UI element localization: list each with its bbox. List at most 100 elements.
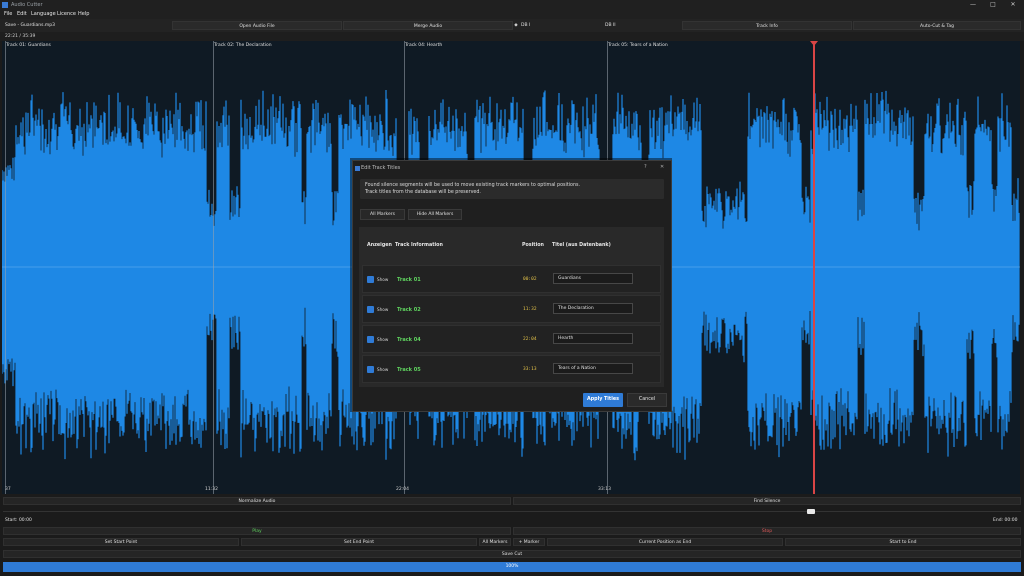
track-title-input[interactable]: Tears of a Nation <box>553 363 633 374</box>
db2-option[interactable]: DB II <box>605 21 625 30</box>
show-label: Show <box>377 367 389 372</box>
hide-all-markers-button[interactable]: Hide All Markers <box>408 209 462 220</box>
info-line-1: Found silence segments will be used to m… <box>365 183 581 188</box>
merge-audio-button[interactable]: Merge Audio <box>343 21 513 30</box>
track-name: Track 04 <box>397 337 421 343</box>
track-marker-line[interactable] <box>5 41 6 494</box>
start-to-end-button[interactable]: Start to End <box>785 538 1021 546</box>
playhead[interactable] <box>813 41 815 494</box>
info-line-2: Track titles from the database will be p… <box>365 190 481 195</box>
track-title-input[interactable]: Guardians <box>553 273 633 284</box>
progress-bar: 100% <box>3 562 1021 572</box>
time-display-bar: 22:21 / 35:39 <box>0 32 1024 41</box>
waveform-scrollbar[interactable] <box>1020 41 1024 494</box>
minimize-icon[interactable]: — <box>966 0 980 10</box>
show-label: Show <box>377 337 389 342</box>
track-marker-label: Track 05: Tears of a Nation <box>608 43 668 48</box>
track-marker-time: 22:04 <box>396 487 409 492</box>
close-icon[interactable]: ✕ <box>1006 0 1020 10</box>
track-title-input[interactable]: Hearth <box>553 333 633 344</box>
track-position: 33:13 <box>523 367 537 372</box>
window-title: Audio Cutter <box>11 2 43 8</box>
track-marker-label: Track 04: Hearth <box>405 43 443 48</box>
track-position: 11:32 <box>523 307 537 312</box>
show-label: Show <box>377 277 389 282</box>
dialog-close-icon[interactable]: ✕ <box>660 164 664 170</box>
track-position: 00:02 <box>523 277 537 282</box>
menu-language[interactable]: Language <box>31 10 56 19</box>
maximize-icon[interactable]: □ <box>986 0 1000 10</box>
zoom-slider-handle[interactable] <box>807 509 815 514</box>
time-display: 22:21 / 35:39 <box>5 34 36 39</box>
dialog-title: Edit Track Titles <box>361 165 401 171</box>
play-button[interactable]: Play <box>3 527 511 535</box>
show-checkbox[interactable] <box>367 306 374 313</box>
menu-file[interactable]: File <box>4 10 12 19</box>
show-label: Show <box>377 307 389 312</box>
show-checkbox[interactable] <box>367 366 374 373</box>
show-checkbox[interactable] <box>367 336 374 343</box>
table-row: Show Track 04 22:04 Hearth <box>362 325 661 353</box>
app-icon <box>2 2 8 8</box>
track-title-input[interactable]: The Declaration <box>553 303 633 314</box>
range-row: Start: 00:00 End: 00:00 <box>0 516 1024 526</box>
track-info-button[interactable]: Track Info <box>682 21 852 30</box>
playhead-handle-icon[interactable] <box>810 41 818 46</box>
toolbar: Save - Guardians.mp3 Open Audio File Mer… <box>0 19 1024 32</box>
track-marker-label: Track 01: Guardians <box>6 43 51 48</box>
help-icon[interactable]: ? <box>644 164 647 170</box>
all-markers-dialog-button[interactable]: All Markers <box>360 209 405 220</box>
track-marker-time: 11:32 <box>205 487 218 492</box>
header-track-info: Track Information <box>395 243 443 248</box>
cancel-button[interactable]: Cancel <box>627 393 667 407</box>
menu-licence[interactable]: Licence <box>57 10 76 19</box>
menu-edit[interactable]: Edit <box>17 10 27 19</box>
progress-text: 100% <box>505 564 519 569</box>
info-box: Found silence segments will be used to m… <box>360 179 664 199</box>
dialog-app-icon <box>355 166 360 171</box>
show-checkbox[interactable] <box>367 276 374 283</box>
track-marker-time: 37 <box>5 487 11 492</box>
start-label: Start: 00:00 <box>5 518 32 523</box>
add-marker-button[interactable]: + Marker <box>513 538 545 546</box>
process-row: Normalize Audio Find Silence <box>0 496 1024 506</box>
track-marker-line[interactable] <box>213 41 214 494</box>
track-marker-label: Track 02: The Declaration <box>214 43 272 48</box>
auto-cut-tag-button[interactable]: Auto-Cut & Tag <box>853 21 1021 30</box>
table-row: Show Track 05 33:13 Tears of a Nation <box>362 355 661 383</box>
header-show: Anzeigen <box>367 243 392 248</box>
menu-bar: File Edit Language Licence Help <box>0 10 1024 19</box>
apply-titles-button[interactable]: Apply Titles <box>583 393 623 407</box>
table-row: Show Track 02 11:32 The Declaration <box>362 295 661 323</box>
stop-button[interactable]: Stop <box>513 527 1021 535</box>
set-start-point-button[interactable]: Set Start Point <box>3 538 239 546</box>
save-row: Save Cut <box>0 549 1024 559</box>
open-audio-button[interactable]: Open Audio File <box>172 21 342 30</box>
track-name: Track 02 <box>397 307 421 313</box>
db-radio-icon[interactable]: ◆ <box>513 21 519 30</box>
all-markers-button[interactable]: All Markers <box>479 538 511 546</box>
track-name: Track 05 <box>397 367 421 373</box>
transport-row: Play Stop <box>0 526 1024 536</box>
zoom-row <box>0 507 1024 516</box>
save-cut-button[interactable]: Save Cut <box>3 550 1021 558</box>
find-silence-button[interactable]: Find Silence <box>513 497 1021 505</box>
zoom-track <box>3 511 1021 512</box>
normalize-audio-button[interactable]: Normalize Audio <box>3 497 511 505</box>
header-title: Titel (aus Datenbank) <box>552 243 611 248</box>
end-label: End: 00:00 <box>993 518 1018 523</box>
track-name: Track 01 <box>397 277 421 283</box>
current-position-as-end-button[interactable]: Current Position as End <box>547 538 783 546</box>
current-file-label: Save - Guardians.mp3 <box>5 23 55 28</box>
table-row: Show Track 01 00:02 Guardians <box>362 265 661 293</box>
edit-track-titles-dialog: Edit Track Titles ? ✕ Found silence segm… <box>352 160 672 412</box>
db1-option[interactable]: DB I <box>521 21 541 30</box>
header-position: Position <box>522 243 544 248</box>
set-end-point-button[interactable]: Set End Point <box>241 538 477 546</box>
menu-help[interactable]: Help <box>78 10 89 19</box>
track-table: Anzeigen Track Information Position Tite… <box>359 227 664 387</box>
title-bar: Audio Cutter — □ ✕ <box>0 0 1024 10</box>
cut-points-row: Set Start Point Set End Point All Marker… <box>0 537 1024 547</box>
track-position: 22:04 <box>523 337 537 342</box>
track-marker-time: 33:13 <box>598 487 611 492</box>
